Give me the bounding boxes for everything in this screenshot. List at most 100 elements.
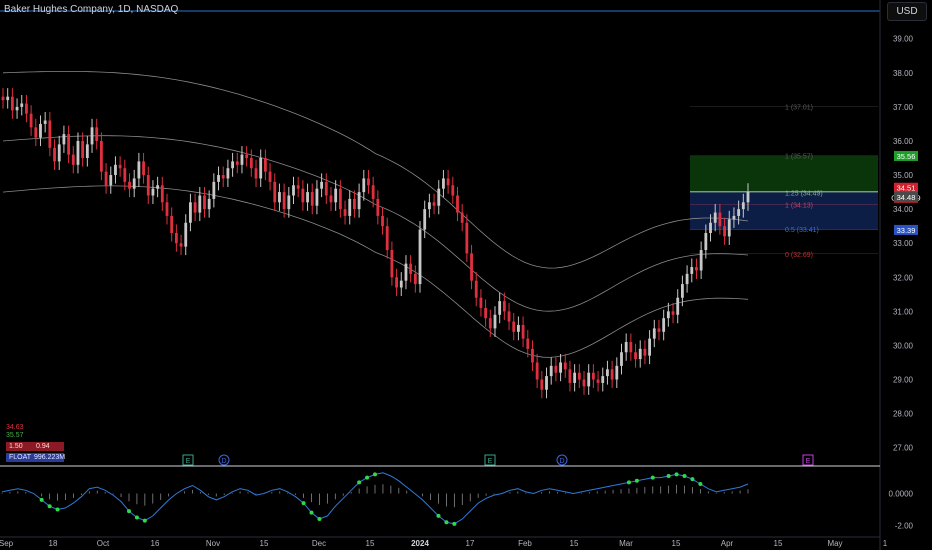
time-tick-label: 15 <box>774 539 783 548</box>
candle-body <box>39 123 42 138</box>
oscillator-dot <box>301 501 306 506</box>
float-label: FLOAT <box>9 454 32 461</box>
price-tick-label: 30.00 <box>893 341 914 350</box>
candle-body <box>90 127 94 145</box>
fib-label: 1.25 (34.49) <box>785 190 823 197</box>
candle-body <box>165 202 169 216</box>
stop-zone <box>690 191 878 230</box>
candle-body <box>704 232 708 251</box>
oscillator-dot <box>39 497 44 502</box>
candle-body <box>123 168 127 182</box>
candle-body <box>25 103 28 114</box>
candle-body <box>498 301 502 315</box>
candle-body <box>43 120 47 124</box>
ratio-right: 0.94 <box>36 443 50 450</box>
candle-body <box>245 154 249 159</box>
price-tick-label: 38.00 <box>893 69 914 78</box>
price-label-text: 34.51 <box>897 184 916 193</box>
time-tick-label: Apr <box>721 539 734 548</box>
fib-label: 0.5 (33.41) <box>785 227 819 234</box>
candle-body <box>184 222 188 247</box>
candle-body <box>699 250 703 271</box>
float-value: 996.223M <box>34 454 66 461</box>
candle-body <box>634 352 637 360</box>
candle-body <box>591 372 595 380</box>
candle-body <box>179 243 183 247</box>
currency-button[interactable]: USD <box>887 2 927 21</box>
candle-body <box>53 147 56 162</box>
price-tick-label: 27.00 <box>893 444 914 453</box>
candle-body <box>554 365 558 373</box>
candle-body <box>170 215 174 233</box>
candle-body <box>568 369 572 383</box>
candle-body <box>718 212 722 227</box>
candle-body <box>446 178 450 186</box>
candle-body <box>203 195 206 210</box>
candle-body <box>535 362 539 380</box>
candle-body <box>460 212 464 223</box>
candle-body <box>146 175 150 196</box>
event-marker-label: E <box>186 458 191 465</box>
candle-body <box>324 181 328 196</box>
candle-body <box>62 134 66 145</box>
candle-body <box>432 202 436 206</box>
price-tick-label: 32.00 <box>893 273 914 282</box>
candle-body <box>249 158 253 169</box>
band-lower <box>2 185 749 358</box>
oscillator-dot <box>357 480 362 485</box>
candle-body <box>20 103 24 107</box>
oscillator-tick-label: 0.0000 <box>889 490 914 499</box>
candle-body <box>362 178 366 193</box>
candle-body <box>263 158 267 172</box>
chart-canvas[interactable]: 1 (37.01) 1 (35.57) 1.25 (34.49) 1 (34.13) 0… <box>0 0 932 550</box>
candle-body <box>128 181 131 189</box>
price-label-text: 34.48 <box>897 193 916 202</box>
candle-body <box>315 188 319 206</box>
time-tick-label: 15 <box>672 539 681 548</box>
oscillator-dot <box>309 510 314 515</box>
time-tick-label: 16 <box>151 539 160 548</box>
candle-body <box>6 96 10 101</box>
oscillator-dot <box>634 478 639 483</box>
oscillator-dot <box>682 473 687 478</box>
candle-body <box>329 195 333 203</box>
candle-body <box>174 232 178 244</box>
oscillator-dot <box>674 472 679 477</box>
candle-body <box>451 185 455 196</box>
candle-body <box>413 273 417 285</box>
oscillator-dot <box>650 475 655 480</box>
candle-body <box>573 372 577 383</box>
candle-body <box>732 215 736 220</box>
candle-body <box>306 192 309 203</box>
candle-body <box>638 348 642 360</box>
time-tick-label: Dec <box>312 539 326 548</box>
info-value-green: 35.57 <box>6 432 24 439</box>
event-marker-label: D <box>559 458 564 465</box>
candle-body <box>207 198 211 210</box>
time-tick-label: Oct <box>97 539 110 548</box>
price-tick-label: 33.00 <box>893 239 914 248</box>
candle-body <box>367 178 370 186</box>
candle-body <box>685 273 689 285</box>
candle-body <box>118 164 122 169</box>
price-tick-label: 37.00 <box>893 103 914 112</box>
oscillator-dot <box>126 509 131 514</box>
candle-body <box>10 96 14 111</box>
candle-body <box>29 113 33 128</box>
time-tick-label: Mar <box>619 539 633 548</box>
candle-body <box>493 314 497 329</box>
band-middle <box>2 135 749 312</box>
time-tick-label: 17 <box>466 539 475 548</box>
candle-body <box>301 188 305 203</box>
candle-body <box>521 324 525 339</box>
chart-title: Baker Hughes Company, 1D, NASDAQ <box>4 4 179 15</box>
candle-body <box>690 267 694 274</box>
candle-body <box>657 328 661 332</box>
candle-body <box>353 198 356 210</box>
candle-body <box>114 164 117 176</box>
oscillator-dot <box>666 473 671 478</box>
oscillator-dot <box>142 518 147 523</box>
candle-body <box>507 311 511 322</box>
candle-body <box>15 106 19 111</box>
candle-body <box>48 120 52 148</box>
